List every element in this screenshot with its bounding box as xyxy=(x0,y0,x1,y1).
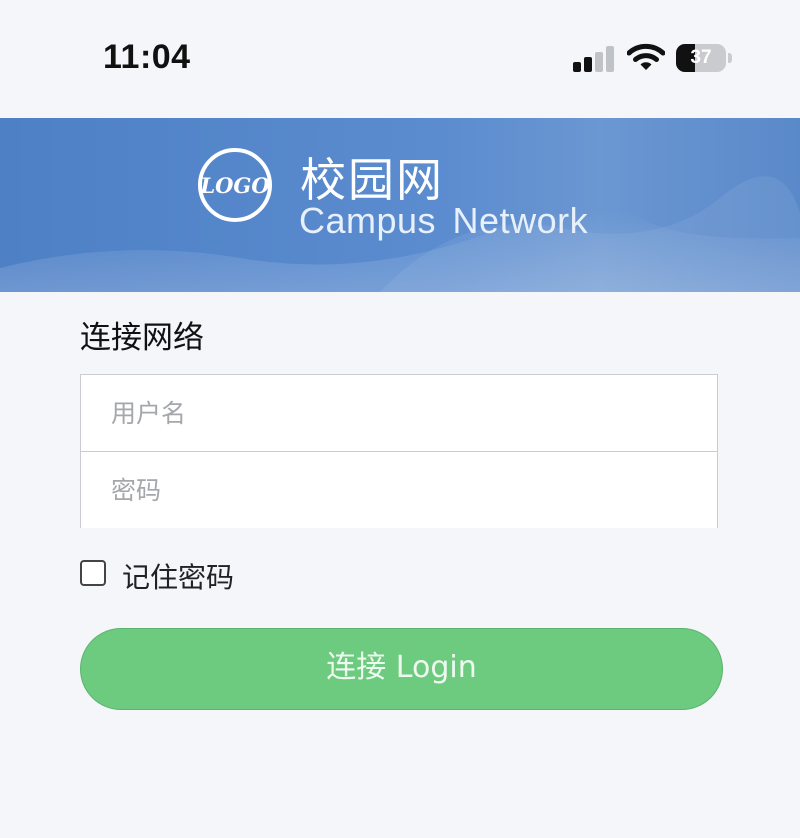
logo-icon: LOGO xyxy=(198,148,272,222)
status-bar: 11:04 37 xyxy=(0,0,800,118)
password-input[interactable] xyxy=(81,452,717,528)
battery-level: 37 xyxy=(690,47,712,68)
remember-password-label[interactable]: 记住密码 xyxy=(122,556,234,596)
login-button[interactable]: 连接 Login xyxy=(80,628,723,710)
battery-icon: 37 xyxy=(676,44,732,72)
remember-password-checkbox[interactable] xyxy=(80,560,106,586)
logo-text: LOGO xyxy=(199,173,270,198)
credentials-group xyxy=(80,374,718,528)
status-time: 11:04 xyxy=(103,38,191,76)
brand-title-en: Campus Network xyxy=(299,200,589,241)
cellular-signal-icon xyxy=(573,46,615,72)
username-input[interactable] xyxy=(81,375,717,451)
page-title: 连接网络 xyxy=(80,320,204,356)
header-banner: LOGO 校园网 Campus Network xyxy=(0,118,800,292)
wifi-icon xyxy=(627,43,665,70)
